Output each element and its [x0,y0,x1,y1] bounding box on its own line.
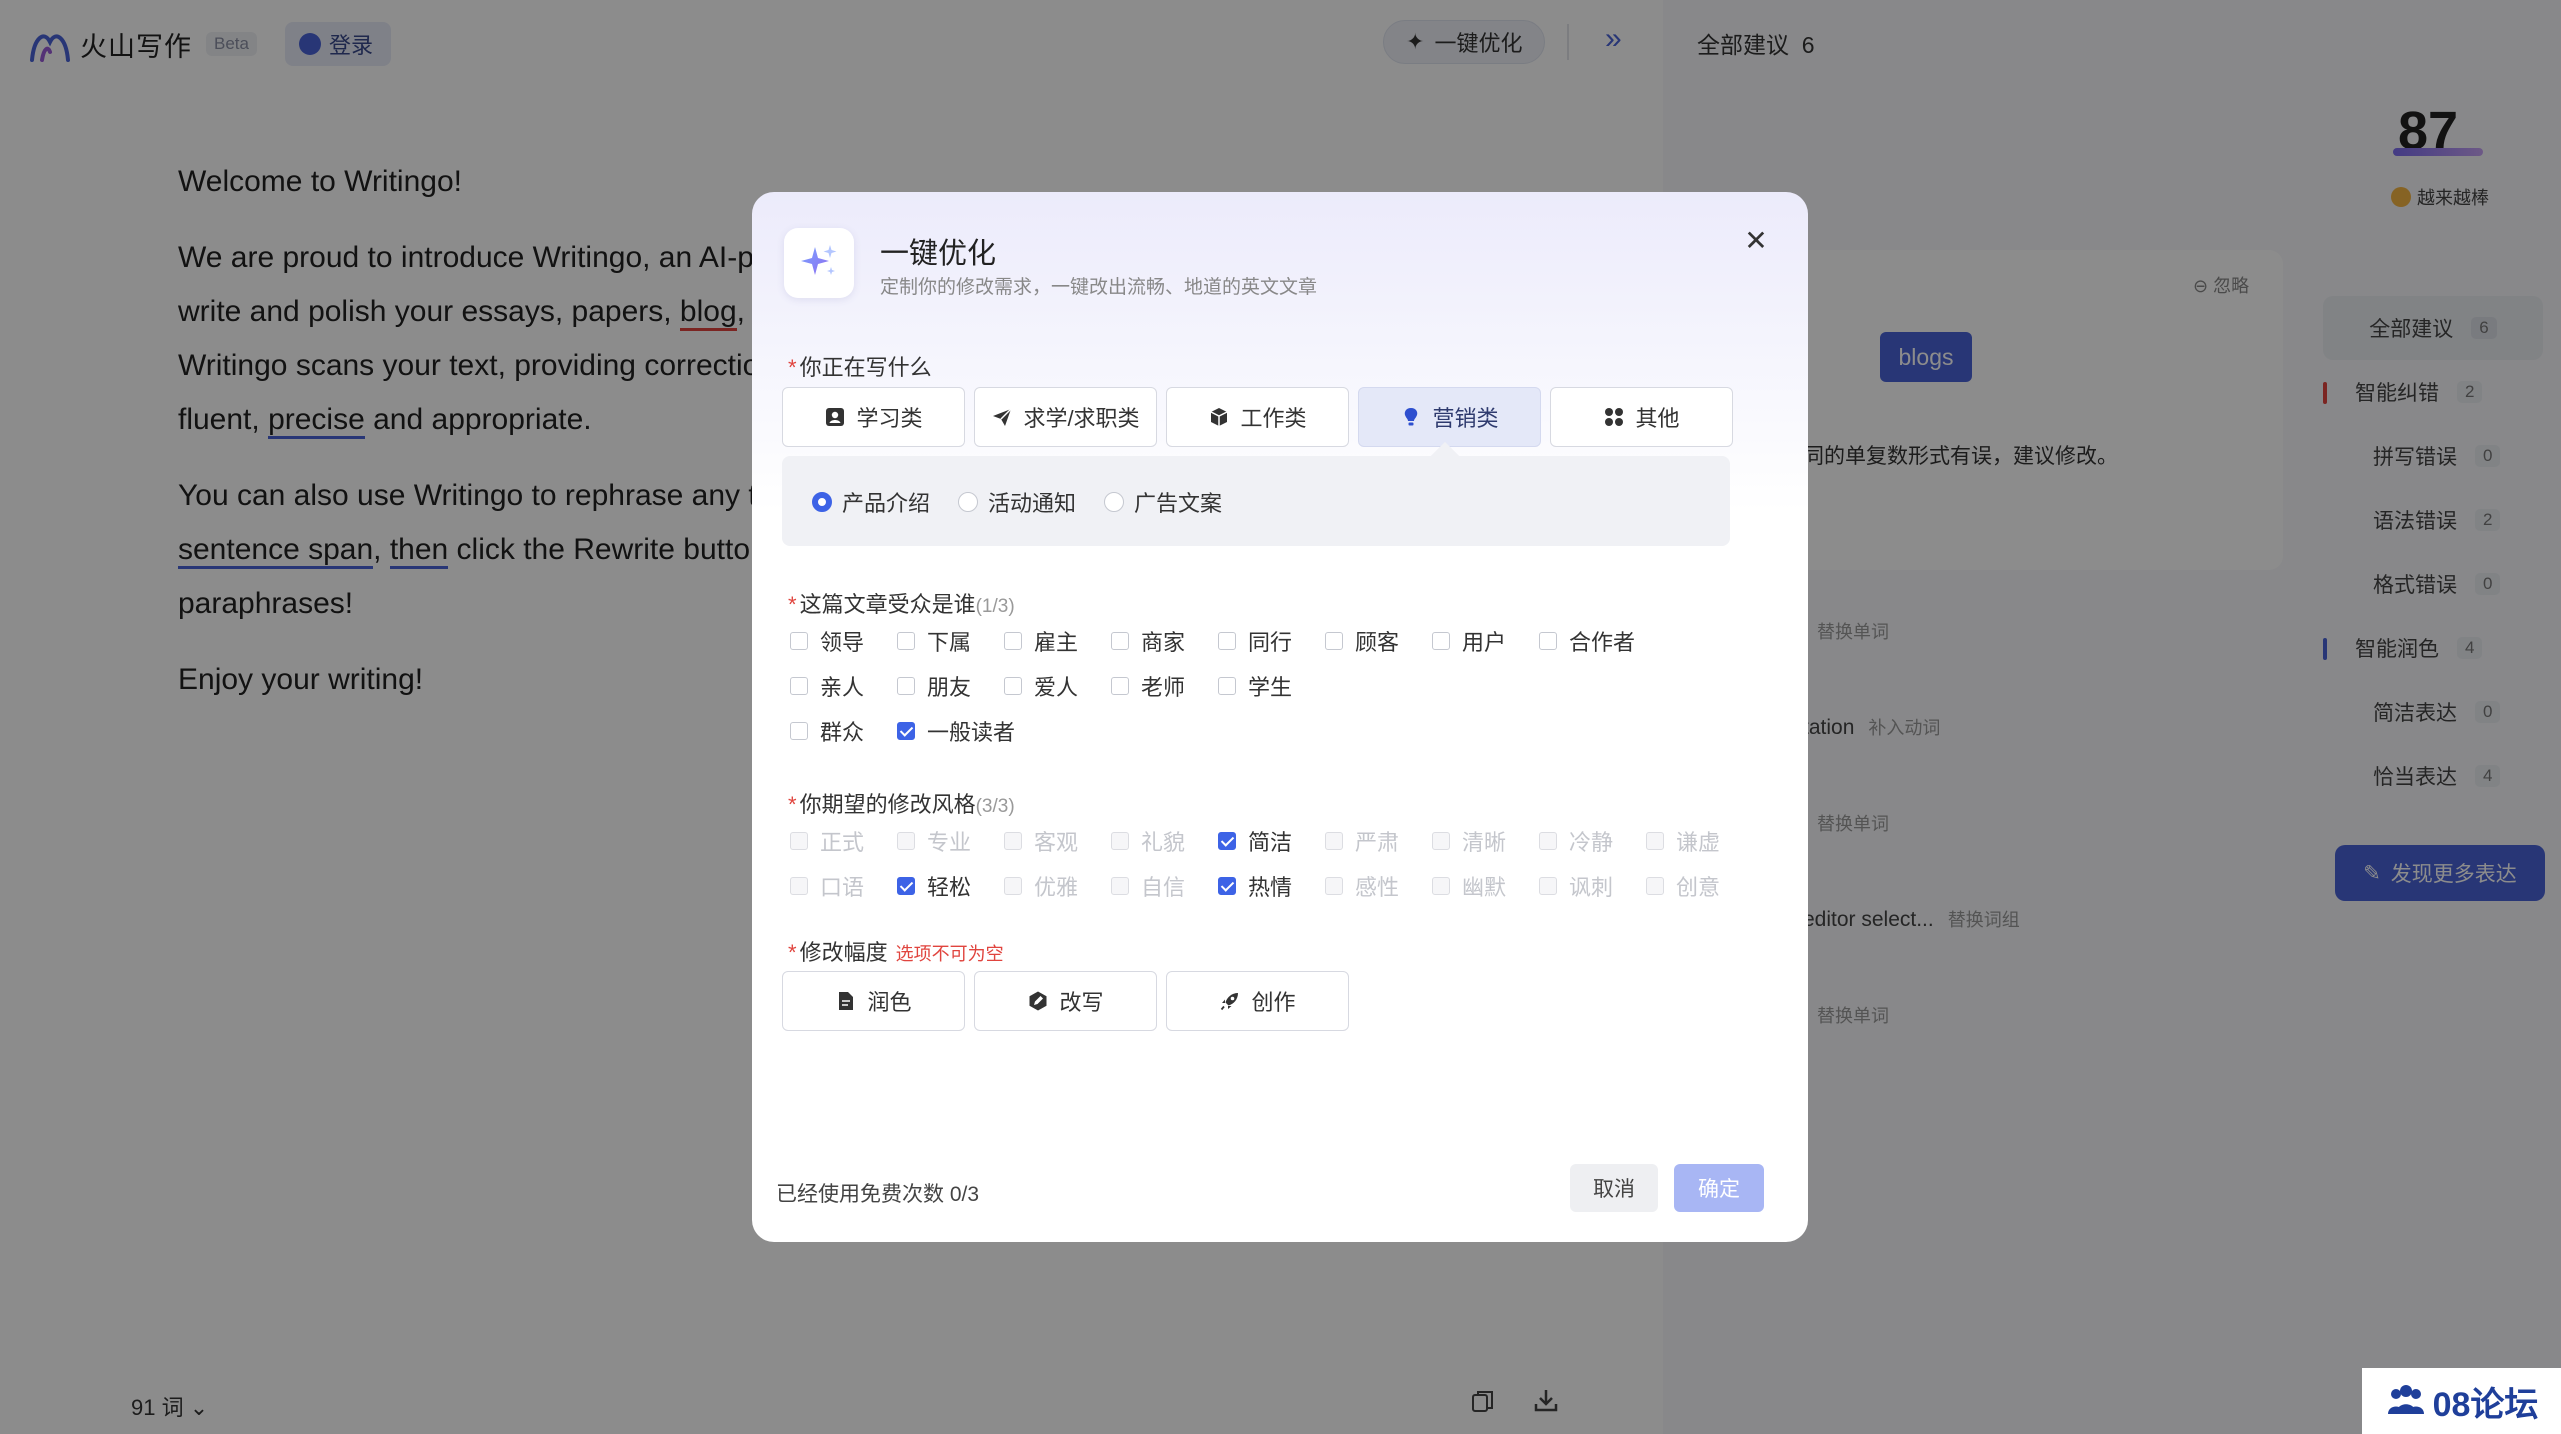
rocket-icon [1221,993,1239,1011]
style-objective[interactable]: 客观 [1004,825,1111,857]
audience-lover[interactable]: 爱人 [1004,670,1111,702]
style-professional[interactable]: 专业 [897,825,1004,857]
audience-general-reader[interactable]: 一般读者 [897,715,1057,747]
style-elegant[interactable]: 优雅 [1004,870,1111,902]
cancel-button[interactable]: 取消 [1570,1164,1658,1212]
style-satirical[interactable]: 讽刺 [1539,870,1646,902]
audience-employer[interactable]: 雇主 [1004,625,1111,657]
style-clear[interactable]: 清晰 [1432,825,1539,857]
document-icon [839,992,854,1010]
tab-other[interactable]: 其他 [1550,387,1733,447]
section-extent-label: * 修改幅度 选项不可为空 [788,940,1004,965]
people-icon [2387,1385,2424,1414]
section-writing-type-label: * 你正在写什么 [788,355,932,380]
style-confident[interactable]: 自信 [1111,870,1218,902]
paper-plane-icon [993,408,1012,426]
extent-polish[interactable]: 润色 [782,971,965,1031]
audience-user[interactable]: 用户 [1432,625,1539,657]
tab-apply[interactable]: 求学/求职类 [974,387,1157,447]
dialog-subtitle: 定制你的修改需求，一键改出流畅、地道的英文文章 [880,277,1318,298]
style-concise[interactable]: 简洁 [1218,825,1325,857]
marketing-subtypes: 产品介绍 活动通知 广告文案 [782,456,1730,546]
radio-event-notice[interactable]: 活动通知 [958,486,1076,518]
tab-study[interactable]: 学习类 [782,387,965,447]
extent-rewrite[interactable]: 改写 [974,971,1157,1031]
dialog-title: 一键优化 [880,238,997,270]
style-relaxed[interactable]: 轻松 [897,870,1004,902]
style-options: 正式 专业 客观 礼貌 简洁 严肃 清晰 冷静 谦虚 口语 轻松 优雅 自信 热… [790,818,1753,908]
tab-marketing[interactable]: 营销类 [1358,387,1541,447]
sparkle-icon [784,228,854,298]
audience-options: 领导 下属 雇主 商家 同行 顾客 用户 合作者 亲人 朋友 爱人 老师 学生 … [790,618,1646,753]
style-passionate[interactable]: 热情 [1218,870,1325,902]
style-serious[interactable]: 严肃 [1325,825,1432,857]
tab-work[interactable]: 工作类 [1166,387,1349,447]
audience-peer[interactable]: 同行 [1218,625,1325,657]
audience-teacher[interactable]: 老师 [1111,670,1218,702]
optimize-dialog: 一键优化 定制你的修改需求，一键改出流畅、地道的英文文章 ✕ * 你正在写什么 学… [752,192,1808,1242]
radio-product-intro[interactable]: 产品介绍 [812,486,930,518]
style-calm[interactable]: 冷静 [1539,825,1646,857]
audience-family[interactable]: 亲人 [790,670,897,702]
section-style-label: * 你期望的修改风格(3/3) [788,792,1015,817]
audience-student[interactable]: 学生 [1218,670,1325,702]
extent-options: 润色 改写 创作 [782,971,1349,1031]
audience-partner[interactable]: 合作者 [1539,625,1646,657]
cube-icon [1211,408,1228,426]
section-audience-label: * 这篇文章受众是谁(1/3) [788,592,1015,617]
style-colloquial[interactable]: 口语 [790,870,897,902]
free-usage-note: 已经使用免费次数 0/3 [776,1183,980,1206]
extent-create[interactable]: 创作 [1166,971,1349,1031]
style-humorous[interactable]: 幽默 [1432,870,1539,902]
profile-card-icon [826,408,845,426]
style-modest[interactable]: 谦虚 [1646,825,1753,857]
style-creative[interactable]: 创意 [1646,870,1753,902]
writing-type-tabs: 学习类 求学/求职类 工作类 营销类 其他 [782,387,1733,447]
style-formal[interactable]: 正式 [790,825,897,857]
audience-subordinate[interactable]: 下属 [897,625,1004,657]
hexagon-edit-icon [1029,991,1047,1011]
audience-friend[interactable]: 朋友 [897,670,1004,702]
audience-merchant[interactable]: 商家 [1111,625,1218,657]
audience-leader[interactable]: 领导 [790,625,897,657]
confirm-button[interactable]: 确定 [1674,1164,1764,1212]
radio-ad-copy[interactable]: 广告文案 [1104,486,1222,518]
close-icon[interactable]: ✕ [1734,218,1778,262]
lightbulb-icon [1405,408,1418,426]
style-emotional[interactable]: 感性 [1325,870,1432,902]
watermark: 08论坛 [2362,1368,2561,1434]
audience-public[interactable]: 群众 [790,715,897,747]
grid-icon [1605,408,1624,426]
style-polite[interactable]: 礼貌 [1111,825,1218,857]
audience-customer[interactable]: 顾客 [1325,625,1432,657]
